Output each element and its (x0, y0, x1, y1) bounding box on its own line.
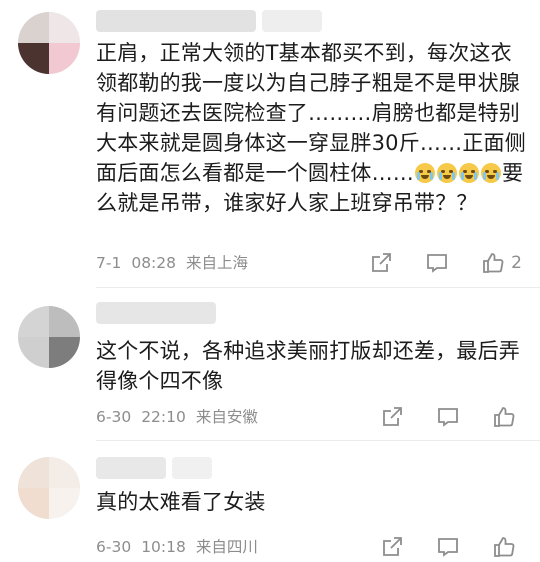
username-badge (262, 10, 322, 32)
username[interactable] (96, 302, 216, 324)
comment-date: 6-30 (96, 538, 132, 556)
share-button[interactable] (380, 405, 404, 429)
comment-text: 正肩，正常大领的T基本都买不到，每次这衣领都勒的我一度以为自己脖子粗是不是甲状腺… (96, 38, 528, 218)
divider (96, 440, 540, 441)
divider (96, 287, 540, 288)
username-badge (172, 457, 212, 479)
like-button[interactable] (492, 405, 522, 429)
username[interactable] (96, 10, 256, 32)
comment-time: 10:18 (141, 538, 186, 556)
comment-item: 这个不说，各种追求美丽打版却还差，最后弄得像个四不像 6-30 22:10 来自安徽 (0, 290, 540, 445)
thumbs-up-icon (494, 537, 515, 557)
thumbs-up-icon (483, 253, 504, 273)
comment-actions: 2 (369, 248, 522, 278)
comment-text: 这个不说，各种追求美丽打版却还差，最后弄得像个四不像 (96, 339, 520, 393)
comment-text: 真的太难看了女装 (96, 490, 266, 514)
comment-text-part: 正肩，正常大领的T基本都买不到，每次这衣领都勒的我一度以为自己脖子粗是不是甲状腺… (96, 41, 526, 185)
like-button[interactable] (492, 535, 522, 559)
comment-meta: 7-1 08:28 来自上海 (96, 251, 258, 275)
like-count: 2 (511, 253, 522, 273)
share-button[interactable] (380, 535, 404, 559)
comment-meta: 6-30 10:18 来自四川 (96, 535, 268, 559)
comment-time: 22:10 (141, 408, 186, 426)
thumbs-up-icon (494, 407, 515, 427)
share-icon (383, 407, 402, 426)
like-button[interactable]: 2 (481, 251, 522, 275)
share-button[interactable] (369, 251, 393, 275)
comment-item: 真的太难看了女装 6-30 10:18 来自四川 (0, 445, 540, 562)
comment-item: 正肩，正常大领的T基本都买不到，每次这衣领都勒的我一度以为自己脖子粗是不是甲状腺… (0, 0, 540, 290)
comment-icon (427, 254, 448, 273)
share-icon (383, 537, 402, 556)
comment-actions (380, 532, 522, 562)
comment-icon (438, 538, 458, 557)
comment-location: 来自上海 (186, 254, 249, 272)
username[interactable] (96, 457, 166, 479)
comment-actions (380, 402, 522, 432)
comment-meta: 6-30 22:10 来自安徽 (96, 405, 268, 429)
comment-button[interactable] (436, 535, 460, 559)
avatar[interactable] (18, 306, 80, 368)
comment-location: 来自四川 (195, 538, 258, 556)
comment-date: 6-30 (96, 408, 132, 426)
crying-face-emoji (437, 163, 457, 183)
crying-face-emoji (481, 163, 501, 183)
comment-button[interactable] (425, 251, 449, 275)
comment-date: 7-1 (96, 254, 122, 272)
crying-face-emoji (459, 163, 479, 183)
share-icon (372, 253, 392, 272)
avatar[interactable] (18, 457, 80, 519)
crying-face-emoji (415, 163, 435, 183)
avatar[interactable] (18, 12, 80, 74)
comment-location: 来自安徽 (195, 408, 258, 426)
comment-button[interactable] (436, 405, 460, 429)
comment-time: 08:28 (131, 254, 176, 272)
comment-icon (438, 408, 458, 427)
